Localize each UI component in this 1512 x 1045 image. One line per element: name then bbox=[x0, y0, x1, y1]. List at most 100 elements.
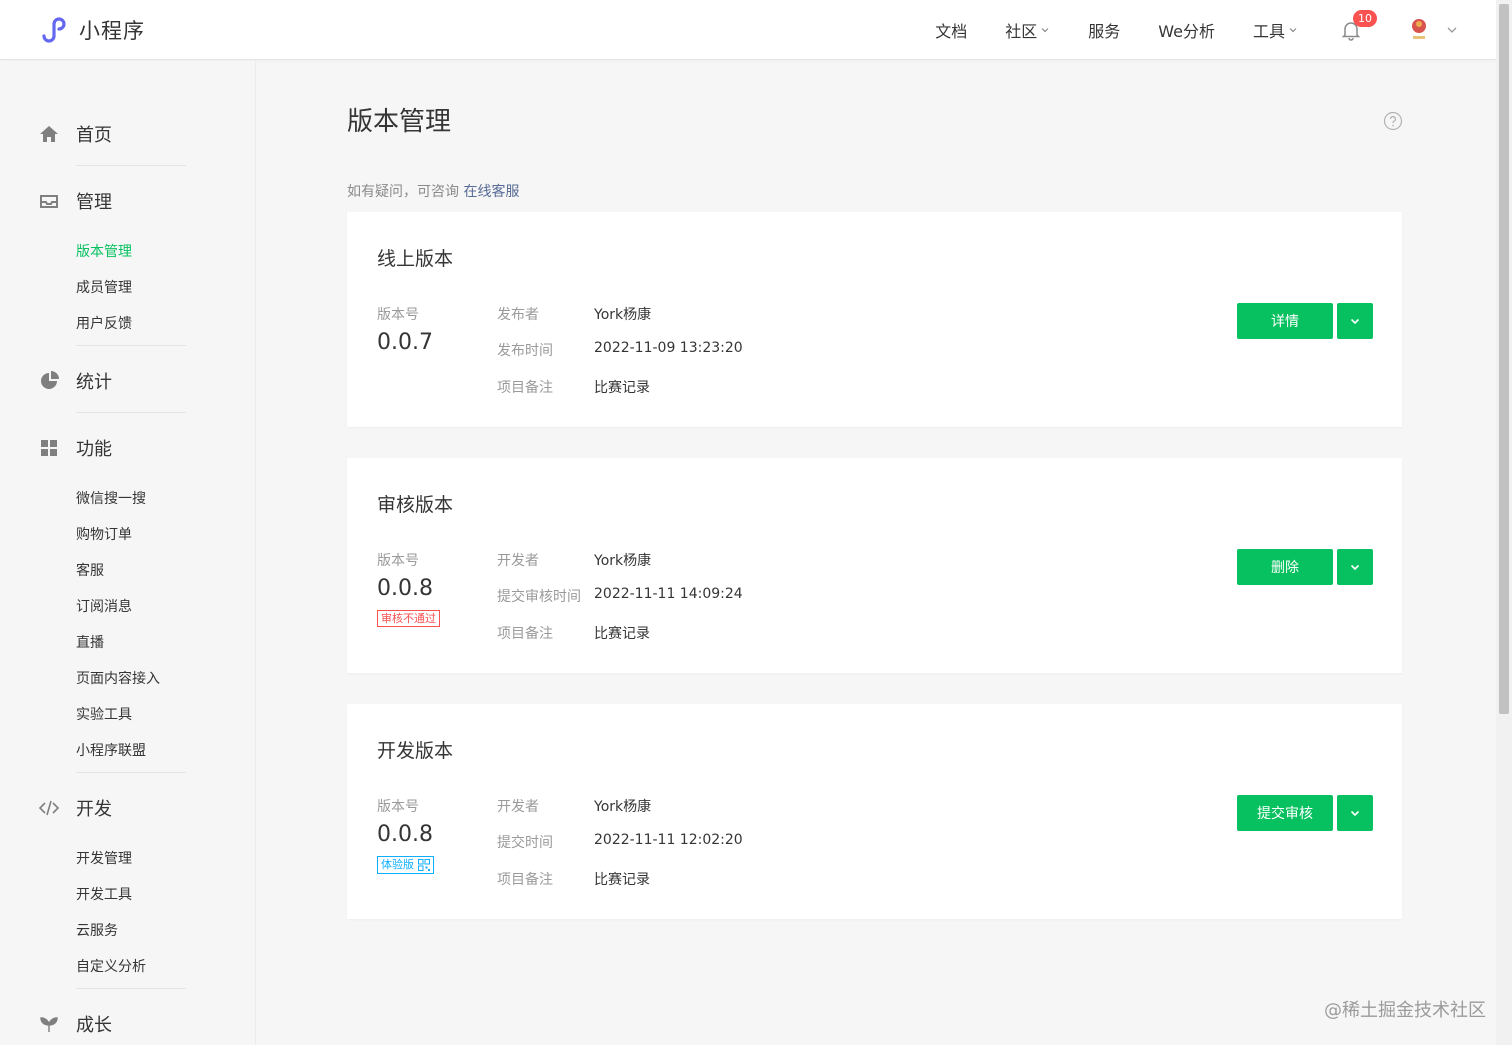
top-bar: 小程序 文档 社区 服务 We分析 工具 10 bbox=[0, 0, 1496, 60]
account-dropdown-icon[interactable] bbox=[1446, 24, 1458, 36]
page-title: 版本管理 bbox=[347, 107, 452, 137]
inbox-icon bbox=[40, 195, 58, 208]
more-actions-dropdown[interactable] bbox=[1337, 795, 1373, 831]
divider bbox=[76, 772, 186, 773]
meta-value: York杨康 bbox=[594, 307, 652, 323]
meta-key: 项目备注 bbox=[497, 380, 553, 396]
divider bbox=[76, 345, 186, 346]
sidebar-section-label: 成长 bbox=[76, 1015, 112, 1036]
meta-value: York杨康 bbox=[594, 799, 652, 815]
sidebar: 首页 管理 版本管理 成员管理 用户反馈 统计 功能 微信搜一搜 购物订单 客服… bbox=[0, 61, 256, 1045]
trial-version-badge[interactable]: 体验版 bbox=[377, 856, 434, 874]
meta-key: 开发者 bbox=[497, 799, 539, 815]
sidebar-item-miniprogram-alliance[interactable]: 小程序联盟 bbox=[76, 740, 146, 760]
sidebar-section-label: 首页 bbox=[76, 125, 112, 146]
nav-services-label: 服务 bbox=[1088, 22, 1121, 41]
sidebar-section-features[interactable]: 功能 bbox=[38, 435, 112, 461]
meta-key: 提交时间 bbox=[497, 835, 553, 851]
top-nav: 文档 社区 服务 We分析 工具 10 bbox=[935, 0, 1496, 60]
sidebar-item-custom-analytics[interactable]: 自定义分析 bbox=[76, 956, 146, 976]
sidebar-item-customer-service[interactable]: 客服 bbox=[76, 560, 104, 580]
sidebar-section-develop[interactable]: 开发 bbox=[38, 795, 112, 821]
nav-services[interactable]: 服务 bbox=[1088, 18, 1120, 42]
sidebar-section-growth[interactable]: 成长 bbox=[38, 1011, 112, 1037]
version-number: 0.0.8 bbox=[377, 822, 433, 847]
meta-value: 2022-11-11 12:02:20 bbox=[594, 832, 743, 848]
divider bbox=[76, 165, 186, 166]
scrollbar-thumb[interactable] bbox=[1499, 4, 1509, 714]
sidebar-item-experiment-tools[interactable]: 实验工具 bbox=[76, 704, 132, 724]
nav-we-analytics[interactable]: We分析 bbox=[1158, 18, 1215, 42]
card-title: 线上版本 bbox=[377, 248, 454, 270]
nav-we-analytics-label: We分析 bbox=[1158, 22, 1215, 41]
notification-bell[interactable]: 10 bbox=[1340, 10, 1377, 41]
sidebar-item-version-management[interactable]: 版本管理 bbox=[76, 241, 132, 261]
help-icon[interactable] bbox=[1383, 111, 1403, 131]
sidebar-section-label: 开发 bbox=[76, 799, 112, 820]
sidebar-section-label: 管理 bbox=[76, 192, 112, 213]
meta-value: 2022-11-11 14:09:24 bbox=[594, 586, 743, 602]
version-card-review: 审核版本 版本号 0.0.8 审核不通过 开发者 York杨康 提交审核时间 2… bbox=[347, 458, 1402, 673]
nav-docs[interactable]: 文档 bbox=[935, 18, 967, 42]
sidebar-item-user-feedback[interactable]: 用户反馈 bbox=[76, 313, 132, 333]
app-title: 小程序 bbox=[79, 19, 145, 43]
nav-docs-label: 文档 bbox=[935, 22, 968, 41]
nav-tools-label: 工具 bbox=[1252, 22, 1285, 41]
chevron-down-icon bbox=[1350, 810, 1360, 817]
more-actions-dropdown[interactable] bbox=[1337, 549, 1373, 585]
sidebar-item-dev-management[interactable]: 开发管理 bbox=[76, 848, 132, 868]
sidebar-section-manage[interactable]: 管理 bbox=[38, 188, 112, 214]
details-button[interactable]: 详情 bbox=[1237, 303, 1333, 339]
sidebar-section-label: 统计 bbox=[76, 372, 112, 393]
app-logo[interactable]: 小程序 bbox=[38, 14, 145, 46]
sidebar-section-label: 功能 bbox=[76, 439, 112, 460]
watermark: @稀土掘金技术社区 bbox=[1324, 1000, 1486, 1021]
card-title: 开发版本 bbox=[377, 740, 454, 762]
avatar[interactable] bbox=[1406, 15, 1432, 45]
submit-review-button[interactable]: 提交审核 bbox=[1237, 795, 1333, 831]
sidebar-item-subscribe-messages[interactable]: 订阅消息 bbox=[76, 596, 132, 616]
meta-value: York杨康 bbox=[594, 553, 652, 569]
meta-value: 比赛记录 bbox=[594, 872, 650, 888]
trial-version-label: 体验版 bbox=[381, 858, 414, 871]
page-scrollbar[interactable] bbox=[1496, 0, 1512, 1045]
code-icon bbox=[38, 800, 60, 816]
help-hint-text: 如有疑问，可咨询 bbox=[347, 184, 459, 200]
pie-chart-icon bbox=[41, 371, 59, 389]
version-card-online: 线上版本 版本号 0.0.7 发布者 York杨康 发布时间 2022-11-0… bbox=[347, 212, 1402, 427]
sidebar-item-dev-tools[interactable]: 开发工具 bbox=[76, 884, 132, 904]
sidebar-section-stats[interactable]: 统计 bbox=[38, 368, 112, 394]
online-support-link[interactable]: 在线客服 bbox=[463, 184, 519, 200]
chevron-down-icon bbox=[1041, 28, 1049, 33]
more-actions-dropdown[interactable] bbox=[1337, 303, 1373, 339]
main-content: 版本管理 如有疑问，可咨询 在线客服 线上版本 版本号 0.0.7 发布者 Yo… bbox=[256, 61, 1496, 1045]
meta-key: 提交审核时间 bbox=[497, 589, 581, 605]
version-label: 版本号 bbox=[377, 553, 419, 569]
sidebar-item-wechat-search[interactable]: 微信搜一搜 bbox=[76, 488, 146, 508]
meta-key: 开发者 bbox=[497, 553, 539, 569]
meta-key: 项目备注 bbox=[497, 872, 553, 888]
version-number: 0.0.8 bbox=[377, 576, 433, 601]
nav-community[interactable]: 社区 bbox=[1005, 18, 1050, 42]
grid-icon bbox=[41, 440, 57, 456]
nav-community-label: 社区 bbox=[1005, 22, 1038, 41]
version-label: 版本号 bbox=[377, 799, 419, 815]
divider bbox=[76, 412, 186, 413]
nav-tools[interactable]: 工具 bbox=[1253, 18, 1298, 42]
sidebar-item-cloud-services[interactable]: 云服务 bbox=[76, 920, 118, 940]
home-icon bbox=[40, 126, 58, 142]
review-rejected-badge: 审核不通过 bbox=[377, 610, 440, 627]
sidebar-item-live[interactable]: 直播 bbox=[76, 632, 104, 652]
sidebar-item-page-content[interactable]: 页面内容接入 bbox=[76, 668, 160, 688]
help-hint: 如有疑问，可咨询 在线客服 bbox=[347, 181, 519, 201]
chevron-down-icon bbox=[1350, 564, 1360, 571]
chevron-down-icon bbox=[1289, 28, 1297, 33]
sidebar-item-member-management[interactable]: 成员管理 bbox=[76, 277, 132, 297]
sidebar-section-home[interactable]: 首页 bbox=[38, 121, 112, 147]
version-number: 0.0.7 bbox=[377, 330, 433, 355]
sidebar-item-shopping-orders[interactable]: 购物订单 bbox=[76, 524, 132, 544]
meta-value: 2022-11-09 13:23:20 bbox=[594, 340, 743, 356]
meta-key: 发布者 bbox=[497, 307, 539, 323]
version-card-develop: 开发版本 版本号 0.0.8 体验版 开发者 York杨康 提交时间 2022-… bbox=[347, 704, 1402, 919]
delete-button[interactable]: 删除 bbox=[1237, 549, 1333, 585]
